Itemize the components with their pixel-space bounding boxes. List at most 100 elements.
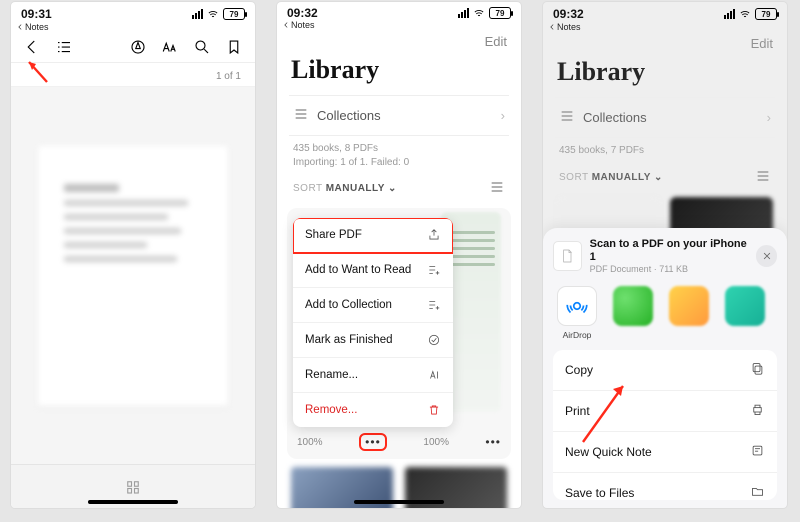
app-icon <box>613 286 653 326</box>
view-list-icon[interactable] <box>489 179 505 198</box>
screen-3-share-sheet: 09:32 79 Notes Edit Library Collections … <box>543 2 787 508</box>
menu-item-label: Add to Want to Read <box>305 264 411 276</box>
back-to-app-label: Notes <box>291 20 315 30</box>
action-print[interactable]: Print <box>553 391 777 432</box>
status-time: 09:32 <box>287 6 318 20</box>
folder-icon <box>750 484 765 500</box>
menu-rename[interactable]: Rename... <box>293 358 453 393</box>
close-button[interactable] <box>756 245 777 267</box>
status-bar: 09:32 79 <box>543 2 787 22</box>
reader-toolbar <box>11 32 255 63</box>
airdrop-icon <box>557 286 597 326</box>
list-add-icon <box>427 263 441 277</box>
collections-row[interactable]: Collections › <box>289 95 509 136</box>
menu-want-to-read[interactable]: Add to Want to Read <box>293 253 453 288</box>
library-counts: 435 books, 8 PDFs Importing: 1 of 1. Fai… <box>277 136 521 169</box>
trash-icon <box>427 403 441 417</box>
menu-share-pdf[interactable]: Share PDF <box>293 218 453 253</box>
back-to-app[interactable]: Notes <box>543 22 787 32</box>
menu-item-label: Mark as Finished <box>305 334 393 346</box>
document-viewport[interactable] <box>11 87 255 464</box>
more-button-highlighted[interactable]: ••• <box>359 433 387 451</box>
sort-label: SORT <box>293 183 322 194</box>
collections-label: Collections <box>583 110 647 125</box>
back-icon[interactable] <box>23 38 41 56</box>
progress-left: 100% <box>297 437 323 448</box>
wifi-icon <box>206 9 220 20</box>
note-icon <box>750 443 765 461</box>
share-app-airdrop[interactable]: AirDrop <box>555 286 599 340</box>
cellular-icon <box>458 8 469 18</box>
menu-item-label: Add to Collection <box>305 299 392 311</box>
status-right: 79 <box>192 8 245 20</box>
menu-item-label: Share PDF <box>305 229 362 241</box>
app-icon <box>725 286 765 326</box>
action-quick-note[interactable]: New Quick Note <box>553 432 777 473</box>
home-indicator <box>354 500 444 504</box>
action-label: Print <box>565 404 590 418</box>
app-icon <box>669 286 709 326</box>
menu-item-label: Rename... <box>305 369 358 381</box>
menu-item-label: Remove... <box>305 404 357 416</box>
share-actions: Copy Print New Quick Note Save to Files … <box>553 350 777 500</box>
sort-label: SORT <box>559 172 588 183</box>
share-sheet: Scan to a PDF on your iPhone 1 PDF Docum… <box>543 228 787 508</box>
chevron-right-icon: › <box>501 108 505 123</box>
sort-row[interactable]: SORT MANUALLY ⌄ <box>277 169 521 208</box>
back-to-app[interactable]: Notes <box>11 22 255 32</box>
rename-icon <box>427 368 441 382</box>
import-status: Importing: 1 of 1. Failed: 0 <box>293 156 505 170</box>
collections-row[interactable]: Collections › <box>555 97 775 138</box>
page-grid-icon[interactable] <box>124 478 142 496</box>
screen-2-library-menu: 09:32 79 Notes Edit Library Collections … <box>277 2 521 508</box>
action-save-files[interactable]: Save to Files <box>553 473 777 500</box>
progress-row: 100% ••• 100% ••• <box>293 427 505 455</box>
status-time: 09:31 <box>21 7 52 21</box>
context-menu: Share PDF Add to Want to Read Add to Col… <box>293 218 453 427</box>
back-to-app-label: Notes <box>557 22 581 32</box>
menu-add-collection[interactable]: Add to Collection <box>293 288 453 323</box>
progress-right: 100% <box>423 437 449 448</box>
counts-line: 435 books, 7 PDFs <box>559 144 771 158</box>
status-bar: 09:31 79 <box>11 2 255 22</box>
status-time: 09:32 <box>553 7 584 21</box>
share-app[interactable] <box>611 286 655 340</box>
collection-add-icon <box>427 298 441 312</box>
print-icon <box>750 402 765 420</box>
sort-row[interactable]: SORT MANUALLY ⌄ <box>543 158 787 197</box>
back-to-app[interactable]: Notes <box>277 20 521 30</box>
menu-remove[interactable]: Remove... <box>293 393 453 427</box>
wifi-icon <box>738 9 752 20</box>
share-app[interactable] <box>667 286 711 340</box>
edit-button[interactable]: Edit <box>751 36 773 51</box>
theme-icon[interactable] <box>129 38 147 56</box>
menu-mark-finished[interactable]: Mark as Finished <box>293 323 453 358</box>
page-title: Library <box>543 51 787 97</box>
share-item-title: Scan to a PDF on your iPhone 1 <box>590 238 748 264</box>
share-sheet-header: Scan to a PDF on your iPhone 1 PDF Docum… <box>553 238 777 274</box>
sort-value: MANUALLY ⌄ <box>326 183 397 194</box>
copy-icon <box>750 361 765 379</box>
collections-icon <box>293 106 309 125</box>
counts-line: 435 books, 8 PDFs <box>293 142 505 156</box>
action-label: Copy <box>565 363 593 377</box>
contents-icon[interactable] <box>55 38 73 56</box>
share-app[interactable] <box>723 286 767 340</box>
share-icon <box>427 228 441 242</box>
edit-button[interactable]: Edit <box>485 34 507 49</box>
back-to-app-label: Notes <box>25 22 49 32</box>
text-size-icon[interactable] <box>161 38 179 56</box>
sort-value: MANUALLY ⌄ <box>592 172 663 183</box>
action-copy[interactable]: Copy <box>553 350 777 391</box>
status-right: 79 <box>458 7 511 19</box>
search-icon[interactable] <box>193 38 211 56</box>
check-circle-icon <box>427 333 441 347</box>
wifi-icon <box>472 8 486 19</box>
status-bar: 09:32 79 <box>277 2 521 20</box>
view-list-icon[interactable] <box>755 168 771 187</box>
more-button[interactable]: ••• <box>485 435 501 449</box>
bookmark-icon[interactable] <box>225 38 243 56</box>
share-item-subtitle: PDF Document · 711 KB <box>590 264 748 274</box>
document-page <box>38 146 228 406</box>
page-title: Library <box>277 49 521 95</box>
